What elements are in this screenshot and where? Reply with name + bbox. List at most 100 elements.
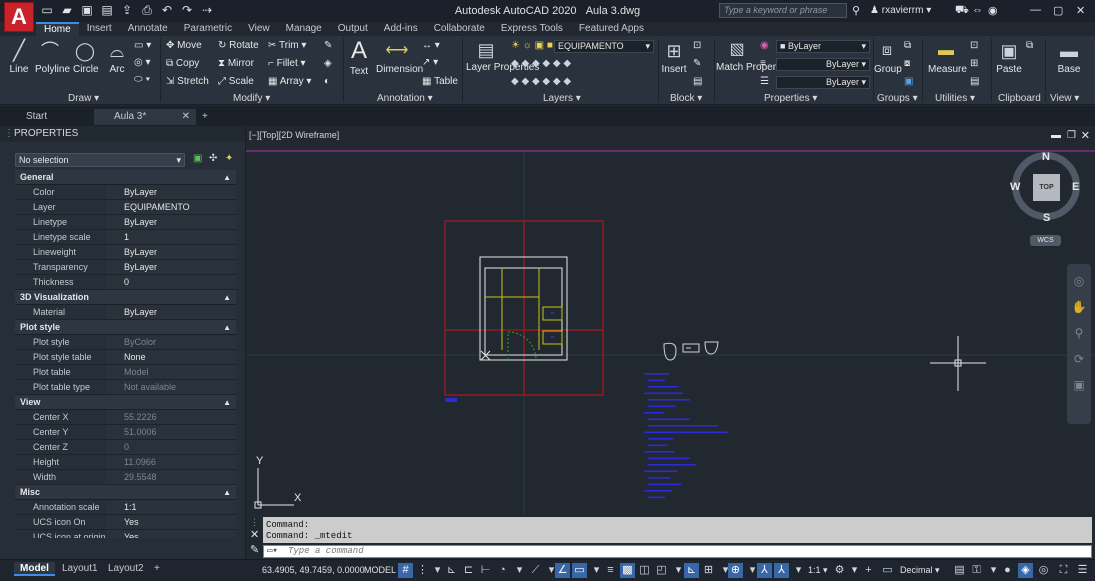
ungroup-icon[interactable]: ⧉ (904, 40, 911, 51)
minimize-icon[interactable]: — (1030, 4, 1041, 16)
selection-cycling-icon[interactable]: ◫ (637, 563, 652, 578)
property-value[interactable]: ByLayer (106, 260, 236, 274)
property-value[interactable]: Not available (106, 380, 236, 394)
copy-clip-icon[interactable]: ⧉ (1026, 40, 1033, 51)
quick-select-icon[interactable]: ⊡ (970, 40, 978, 51)
property-row[interactable]: Color ByLayer (15, 185, 236, 200)
property-value[interactable]: 0 (106, 440, 236, 454)
property-row[interactable]: Center Z0 (15, 440, 236, 455)
customization-icon[interactable]: ☰ (1075, 563, 1090, 578)
tab-layout1[interactable]: Layout1 (56, 562, 104, 576)
exchange-icon[interactable]: ⇔ (972, 4, 983, 16)
property-row[interactable]: Lineweight ByLayer (15, 245, 236, 260)
property-row[interactable]: Plot style table None (15, 350, 236, 365)
door-swing[interactable] (507, 331, 537, 361)
snap-icon[interactable]: ⋮ (415, 563, 430, 578)
tab-featured-apps[interactable]: Featured Apps (571, 22, 652, 36)
text-button[interactable]: A Text (348, 36, 370, 77)
polar-icon[interactable]: ◔ (495, 563, 510, 578)
mirror-button[interactable]: ⧗ Mirror (218, 58, 254, 69)
insert-block-button[interactable]: ⊞ Insert (661, 38, 687, 75)
color-wheel-icon[interactable]: ◉ (760, 40, 769, 51)
lineweight-display-icon[interactable]: ≡ (603, 563, 618, 578)
compass-east[interactable]: E (1072, 181, 1079, 193)
property-value[interactable]: Model (106, 365, 236, 379)
tab-addins[interactable]: Add-ins (376, 22, 426, 36)
property-value[interactable]: ByLayer (106, 185, 236, 199)
view-panel-title[interactable]: View ▾ (1050, 93, 1079, 104)
property-row[interactable]: Material ByLayer (15, 305, 236, 320)
tab-annotate[interactable]: Annotate (120, 22, 176, 36)
match-properties-button[interactable]: ▧ Match Properties (716, 38, 792, 73)
close-icon[interactable]: ✕ (1076, 4, 1085, 17)
object-snap-icon[interactable]: ▭ (572, 563, 587, 578)
property-value[interactable]: Yes (106, 530, 236, 538)
groups-panel-title[interactable]: Groups ▾ (877, 93, 918, 104)
lightbulb-icon[interactable]: ☀ ☼ ▣ ■ (511, 40, 553, 51)
layer-tools-icon[interactable]: ◆ ◆ ◆ ◆ ◆ ◆ (511, 58, 571, 69)
property-value[interactable]: EQUIPAMENTO (106, 200, 236, 214)
draw-panel-title[interactable]: Draw ▾ (68, 93, 99, 104)
array-button[interactable]: ▦ Array ▾ (268, 76, 311, 87)
dynamic-input-icon[interactable]: ⊏ (461, 563, 476, 578)
wcs-menu[interactable]: WCS (1030, 235, 1061, 246)
property-row[interactable]: Plot table type Not available (15, 380, 236, 395)
measure-button[interactable]: ▬ Measure (928, 38, 967, 75)
orbit-icon[interactable]: ⟳ (1067, 346, 1091, 372)
chevron-down-icon[interactable]: ▾ (512, 563, 527, 578)
chevron-down-icon[interactable]: ▾ (430, 563, 445, 578)
lineweight-dropdown[interactable]: ByLayer ▾ (776, 58, 870, 71)
section-misc[interactable]: Misc ▲ (15, 485, 236, 500)
restore-icon[interactable]: ▢ (1053, 4, 1063, 17)
annotation-visibility-icon[interactable]: ⅄ (757, 563, 772, 578)
isolate-objects-icon[interactable]: ● (1000, 563, 1015, 578)
model-space-button[interactable]: MODEL (364, 563, 396, 578)
grip-icon[interactable]: ⋮ (4, 126, 14, 142)
trim-button[interactable]: ✂ Trim ▾ (268, 40, 306, 51)
binoculars-icon[interactable]: ⚲ (852, 4, 860, 17)
clipboard-panel-title[interactable]: Clipboard (998, 93, 1041, 104)
ortho-icon[interactable]: ⊢ (478, 563, 493, 578)
tab-output[interactable]: Output (330, 22, 376, 36)
tab-start[interactable]: Start (6, 109, 106, 125)
select-objects-icon[interactable]: ✣ (209, 153, 217, 164)
base-view-button[interactable]: ▬ Base (1054, 38, 1084, 75)
linetype-icon[interactable]: ☰ (760, 76, 769, 87)
units-icon[interactable]: ▭ (880, 563, 895, 578)
property-value[interactable]: 29.5548 (106, 470, 236, 484)
polyline-button[interactable]: ⌒ Polyline (35, 38, 70, 75)
close-icon[interactable]: ✕ (250, 528, 259, 541)
group-button[interactable]: ⧈ Group (874, 38, 902, 75)
property-value[interactable]: ByLayer (106, 305, 236, 319)
tab-insert[interactable]: Insert (79, 22, 120, 36)
annotation-notes[interactable] (644, 373, 728, 499)
selection-filter-icon[interactable]: ⊞ (701, 563, 716, 578)
erase-icon[interactable]: ✎ (324, 40, 332, 51)
fillet-button[interactable]: ⌐ Fillet ▾ (268, 58, 306, 69)
property-value[interactable]: 11.0966 (106, 455, 236, 469)
chevron-down-icon[interactable]: ▾ (847, 563, 862, 578)
viewcube-top-face[interactable]: TOP (1033, 174, 1060, 201)
showmotion-icon[interactable]: ▣ (1067, 372, 1091, 398)
sanitary-blocks[interactable] (663, 341, 719, 361)
customize-icon[interactable]: ✎ (250, 543, 259, 556)
isodraft-icon[interactable]: ⟋ (528, 563, 543, 578)
tab-express-tools[interactable]: Express Tools (493, 22, 571, 36)
rotate-button[interactable]: ↻ Rotate (218, 40, 259, 51)
tab-layout2[interactable]: Layout2 (102, 562, 150, 576)
selection-dropdown[interactable]: No selection ▾ (15, 153, 185, 167)
coordinates-display[interactable]: 63.4905, 49.7459, 0.0000 (262, 563, 365, 578)
ellipse-icon[interactable]: ⬭ ▾ (134, 74, 150, 85)
clean-screen-icon[interactable]: ◎ (1036, 563, 1051, 578)
color-dropdown[interactable]: ■ ByLayer ▾ (776, 40, 870, 53)
paste-button[interactable]: ▣ Paste (996, 38, 1022, 75)
compass-south[interactable]: S (1043, 212, 1050, 224)
property-row[interactable]: Annotation scale 1:1 (15, 500, 236, 515)
help-icon[interactable]: ◉ (988, 4, 998, 17)
drawing-viewport[interactable]: [−][Top][2D Wireframe] ▬ ❐ ✕ Y X TOP N S… (246, 126, 1095, 515)
property-value[interactable]: ByLayer (106, 215, 236, 229)
property-row[interactable]: Layer EQUIPAMENTO (15, 200, 236, 215)
utilities-panel-title[interactable]: Utilities ▾ (935, 93, 975, 104)
tab-parametric[interactable]: Parametric (176, 22, 240, 36)
attribute-icon[interactable]: ▤ (693, 76, 702, 87)
